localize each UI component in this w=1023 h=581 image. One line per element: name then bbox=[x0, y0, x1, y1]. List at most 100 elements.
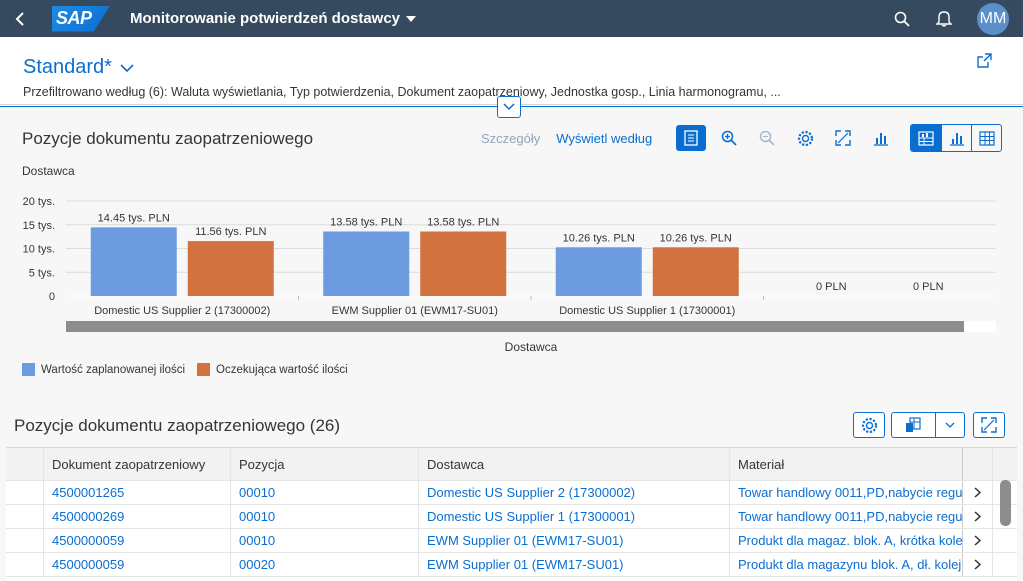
bar bbox=[420, 231, 507, 296]
export-menu-button[interactable] bbox=[891, 412, 965, 438]
header-spacer bbox=[993, 448, 1017, 480]
x-tick-label: Domestic US Supplier 1 (17300001) bbox=[559, 305, 735, 317]
bar-chart: Dostawca 0 5 tys. 10 tys. 15 tys. 20 tys. 14.4… bbox=[22, 164, 996, 354]
row-selector[interactable] bbox=[6, 529, 44, 552]
row-navigation[interactable] bbox=[963, 529, 993, 552]
header-divider-right bbox=[521, 106, 1023, 107]
app-title-menu[interactable]: Monitorowanie potwierdzeń dostawcy bbox=[130, 10, 417, 27]
item-link[interactable]: 00010 bbox=[231, 529, 419, 552]
table-section: Pozycje dokumentu zaopatrzeniowego (26) … bbox=[0, 400, 1023, 581]
table-row[interactable]: 4500000059 00010 EWM Supplier 01 (EWM17-… bbox=[6, 529, 1017, 553]
row-navigation[interactable] bbox=[963, 505, 993, 528]
row-navigation[interactable] bbox=[963, 553, 993, 576]
variant-selector[interactable]: Standard* bbox=[23, 56, 134, 79]
legend-label: Oczekująca wartość ilości bbox=[216, 363, 348, 376]
chevron-right-icon bbox=[974, 511, 981, 522]
fullscreen-icon bbox=[981, 417, 997, 433]
data-label: 14.45 tys. PLN bbox=[98, 212, 170, 224]
filter-summary: Przefiltrowano według (6): Waluta wyświe… bbox=[23, 85, 781, 99]
data-label: 13.58 tys. PLN bbox=[330, 216, 402, 228]
y-tick-label: 10 tys. bbox=[23, 244, 55, 256]
bar bbox=[652, 247, 739, 296]
table-row[interactable]: 4500001265 00010 Domestic US Supplier 2 … bbox=[6, 481, 1017, 505]
supplier-link[interactable]: EWM Supplier 01 (EWM17-SU01) bbox=[419, 553, 730, 576]
collapse-header-button[interactable] bbox=[497, 96, 521, 118]
export-icon bbox=[906, 417, 921, 432]
item-link[interactable]: 00020 bbox=[231, 553, 419, 576]
item-link[interactable]: 00010 bbox=[231, 505, 419, 528]
y-tick-label: 5 tys. bbox=[29, 267, 55, 279]
document-link[interactable]: 4500000059 bbox=[44, 529, 231, 552]
material-link[interactable]: Produkt dla magaz. blok. A, krótka kolej… bbox=[730, 529, 963, 552]
legend-swatch bbox=[22, 363, 35, 376]
column-header[interactable]: Dokument zaopatrzeniowy bbox=[44, 448, 231, 480]
share-button[interactable] bbox=[976, 52, 993, 74]
app-title: Monitorowanie potwierdzeń dostawcy bbox=[130, 10, 401, 27]
user-avatar[interactable]: MM bbox=[977, 2, 1009, 35]
back-icon bbox=[15, 11, 24, 26]
search-button[interactable] bbox=[881, 0, 923, 37]
notifications-button[interactable] bbox=[923, 0, 965, 37]
chart-scroll-thumb bbox=[66, 321, 964, 332]
bar bbox=[187, 241, 274, 296]
shell-bar: SAP Monitorowanie potwierdzeń dostawcy M… bbox=[0, 0, 1023, 37]
y-axis-title: Dostawca bbox=[22, 164, 75, 178]
table-title: Pozycje dokumentu zaopatrzeniowego (26) bbox=[14, 416, 341, 435]
export-button[interactable] bbox=[892, 413, 936, 437]
column-header[interactable]: Dostawca bbox=[419, 448, 730, 480]
row-navigation[interactable] bbox=[963, 481, 993, 504]
legend-item[interactable]: Wartość zaplanowanej ilości bbox=[22, 363, 185, 376]
chart-legend: Wartość zaplanowanej ilości Oczekująca w… bbox=[22, 363, 360, 376]
table-header-row: Dokument zaopatrzeniowy Pozycja Dostawca… bbox=[6, 448, 1017, 481]
column-header[interactable]: Pozycja bbox=[231, 448, 419, 480]
document-link[interactable]: 4500000269 bbox=[44, 505, 231, 528]
share-icon bbox=[977, 53, 992, 68]
select-all-cell[interactable] bbox=[6, 448, 44, 480]
caret-down-icon bbox=[406, 15, 417, 22]
chevron-down-icon bbox=[503, 103, 515, 111]
table-scrollbar[interactable] bbox=[1000, 480, 1011, 526]
bell-icon bbox=[936, 11, 952, 27]
document-link[interactable]: 4500001265 bbox=[44, 481, 231, 504]
column-header[interactable]: Materiał bbox=[730, 448, 963, 480]
chevron-right-icon bbox=[974, 559, 981, 570]
y-tick-label: 20 tys. bbox=[23, 196, 55, 208]
header-divider-left bbox=[0, 106, 497, 107]
data-label: 0 PLN bbox=[913, 281, 944, 293]
chart-panel: Pozycje dokumentu zaopatrzeniowego Szcze… bbox=[0, 105, 1023, 390]
item-link[interactable]: 00010 bbox=[231, 481, 419, 504]
x-axis-title: Dostawca bbox=[505, 340, 558, 354]
x-tick-label: Domestic US Supplier 2 (17300002) bbox=[94, 305, 270, 317]
search-icon bbox=[894, 11, 910, 27]
material-link[interactable]: Towar handlowy 0011,PD,nabycie regularne bbox=[730, 505, 963, 528]
row-selector[interactable] bbox=[6, 505, 44, 528]
row-selector[interactable] bbox=[6, 553, 44, 576]
supplier-link[interactable]: Domestic US Supplier 2 (17300002) bbox=[419, 481, 730, 504]
filter-header: Standard* Przefiltrowano według (6): Wal… bbox=[0, 37, 1023, 105]
chevron-down-icon bbox=[945, 422, 955, 428]
supplier-link[interactable]: EWM Supplier 01 (EWM17-SU01) bbox=[419, 529, 730, 552]
material-link[interactable]: Towar handlowy 0011,PD,nabycie regularne bbox=[730, 481, 963, 504]
bar bbox=[90, 227, 177, 296]
gear-icon bbox=[861, 417, 877, 433]
document-link[interactable]: 4500000059 bbox=[44, 553, 231, 576]
table-fullscreen-button[interactable] bbox=[973, 412, 1005, 438]
chevron-down-icon bbox=[120, 63, 134, 72]
items-table: Dokument zaopatrzeniowy Pozycja Dostawca… bbox=[6, 447, 1017, 581]
data-label: 11.56 tys. PLN bbox=[195, 226, 266, 238]
sap-logo[interactable]: SAP bbox=[52, 5, 110, 32]
material-link[interactable]: Produkt dla magazynu blok. A, dł. kolejk… bbox=[730, 553, 963, 576]
table-row[interactable]: 4500000269 00010 Domestic US Supplier 1 … bbox=[6, 505, 1017, 529]
y-tick-label: 0 bbox=[49, 291, 55, 303]
supplier-link[interactable]: Domestic US Supplier 1 (17300001) bbox=[419, 505, 730, 528]
table-settings-button[interactable] bbox=[853, 412, 885, 438]
legend-item[interactable]: Oczekująca wartość ilości bbox=[197, 363, 348, 376]
legend-swatch bbox=[197, 363, 211, 376]
data-label: 10.26 tys. PLN bbox=[563, 232, 635, 244]
variant-name: Standard* bbox=[23, 56, 112, 78]
back-button[interactable] bbox=[0, 0, 40, 37]
data-label: 13.58 tys. PLN bbox=[427, 216, 499, 228]
table-row[interactable]: 4500000059 00020 EWM Supplier 01 (EWM17-… bbox=[6, 553, 1017, 577]
row-selector[interactable] bbox=[6, 481, 44, 504]
export-dropdown[interactable] bbox=[936, 422, 964, 428]
